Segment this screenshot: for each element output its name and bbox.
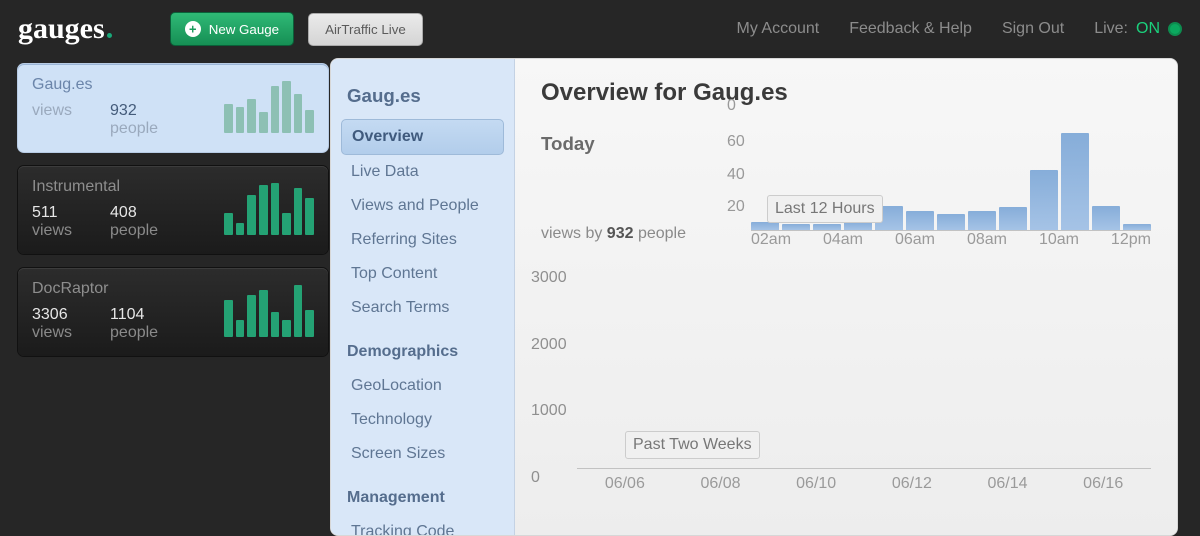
- sparkline: [224, 81, 314, 133]
- airtraffic-button[interactable]: AirTraffic Live: [308, 13, 423, 46]
- new-gauge-label: New Gauge: [209, 22, 279, 37]
- hour-bar: [906, 211, 934, 230]
- hour-bar: [751, 222, 779, 230]
- weeks-chart: 3000200010000 06/0606/0806/1006/1206/140…: [541, 269, 1151, 499]
- hour-bar: [937, 214, 965, 230]
- gauge-cards: Gaug.esviews932people Instrumental511view…: [18, 64, 328, 370]
- live-state: ON: [1136, 20, 1160, 38]
- logo-dot-icon: [107, 33, 112, 38]
- nav-top-content[interactable]: Top Content: [341, 257, 504, 291]
- views-by-line: views by 932 people: [541, 225, 727, 243]
- gauge-card-gaug-es[interactable]: Gaug.esviews932people: [18, 64, 328, 152]
- sparkline: [224, 285, 314, 337]
- gauge-card-instrumental[interactable]: Instrumental511views408people: [18, 166, 328, 254]
- today-heading: Today: [541, 133, 727, 155]
- hour-bar: [999, 207, 1027, 230]
- hour-bar: [1123, 224, 1151, 230]
- nav-overview[interactable]: Overview: [341, 119, 504, 155]
- hour-bar: [1061, 133, 1089, 230]
- gauge-card-docraptor[interactable]: DocRaptor3306views1104people: [18, 268, 328, 356]
- nav-referring-sites[interactable]: Referring Sites: [341, 223, 504, 257]
- hour-bar: [844, 222, 872, 230]
- header: gauges + New Gauge AirTraffic Live My Acc…: [0, 0, 1200, 58]
- hour-chart-badge: Last 12 Hours: [767, 195, 883, 223]
- new-gauge-button[interactable]: + New Gauge: [170, 12, 294, 46]
- hour-bar: [813, 224, 841, 230]
- side-nav: Gaug.es OverviewLive DataViews and Peopl…: [331, 59, 515, 535]
- nav-signout[interactable]: Sign Out: [1002, 20, 1064, 38]
- hourly-chart: 6040200 02am04am06am08am10am12pm Last 12…: [727, 133, 1151, 253]
- logo-text: gauges: [18, 14, 105, 44]
- weeks-chart-badge: Past Two Weeks: [625, 431, 760, 459]
- nav-my-account[interactable]: My Account: [737, 20, 820, 38]
- sidenav-management-heading: Management: [347, 489, 504, 507]
- airtraffic-label: AirTraffic Live: [325, 22, 406, 37]
- hour-bar: [1030, 170, 1058, 230]
- nav-live-data[interactable]: Live Data: [341, 155, 504, 189]
- sidenav-demographics-heading: Demographics: [347, 343, 504, 361]
- nav-geolocation[interactable]: GeoLocation: [341, 369, 504, 403]
- logo[interactable]: gauges: [18, 14, 112, 44]
- nav-tracking-code[interactable]: Tracking Code: [341, 515, 504, 536]
- nav-technology[interactable]: Technology: [341, 403, 504, 437]
- hour-bar: [968, 211, 996, 230]
- nav-views-and-people[interactable]: Views and People: [341, 189, 504, 223]
- live-dot-icon: [1168, 22, 1182, 36]
- live-label: Live:: [1094, 20, 1128, 38]
- nav-search-terms[interactable]: Search Terms: [341, 291, 504, 325]
- hour-bar: [782, 224, 810, 230]
- main-content: Overview for Gaug.es Today views by 932 …: [515, 59, 1177, 535]
- nav-screen-sizes[interactable]: Screen Sizes: [341, 437, 504, 471]
- sparkline: [224, 183, 314, 235]
- hour-bar: [1092, 206, 1120, 230]
- nav-feedback[interactable]: Feedback & Help: [849, 20, 972, 38]
- sidenav-title: Gaug.es: [347, 85, 504, 107]
- live-status[interactable]: Live: ON: [1094, 20, 1182, 38]
- page-title: Overview for Gaug.es: [541, 79, 1151, 107]
- plus-icon: +: [185, 21, 201, 37]
